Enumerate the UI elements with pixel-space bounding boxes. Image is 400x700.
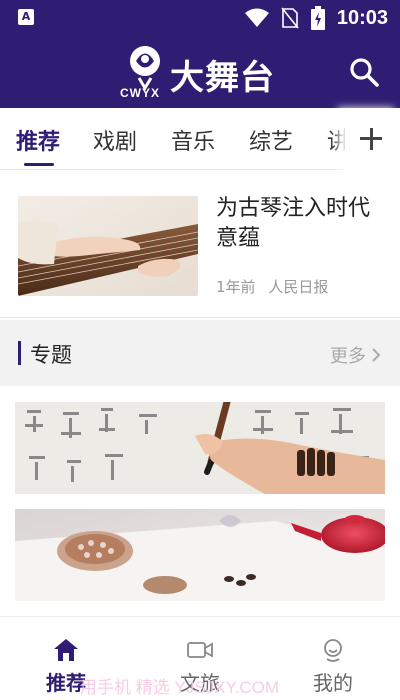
search-icon <box>350 58 379 87</box>
notification-a-icon: A <box>18 9 34 25</box>
status-icons: 10:03 <box>244 5 388 31</box>
topic-banner-calligraphy[interactable] <box>15 402 385 494</box>
nav-profile[interactable]: 我的 <box>283 617 383 700</box>
topic-banner-tea[interactable] <box>15 509 385 601</box>
tab-recommend[interactable]: 推荐 <box>16 124 60 156</box>
calligraphy-image <box>15 402 385 494</box>
battery-charging-icon <box>310 6 325 30</box>
nav-profile-label: 我的 <box>313 671 353 695</box>
video-camera-icon <box>187 642 213 658</box>
home-icon <box>54 639 78 661</box>
tea-ceremony-image <box>15 509 385 601</box>
section-title: 专题 <box>30 343 72 367</box>
more-link[interactable]: 更多 <box>330 342 382 368</box>
no-sim-icon <box>281 7 299 29</box>
tab-divider <box>344 128 345 150</box>
chevron-right-icon <box>372 348 381 362</box>
user-icon <box>324 639 342 662</box>
logo-icon <box>130 46 160 90</box>
wifi-icon <box>244 8 269 27</box>
brand-title: 大舞台 <box>170 58 275 98</box>
nav-home[interactable]: 推荐 <box>16 617 116 700</box>
article-card[interactable]: 为古琴注入时代意蕴 1年前 人民日报 <box>0 170 400 318</box>
brand-subtitle: CWYX <box>120 86 160 100</box>
category-tabs: 推荐 戏剧 音乐 综艺 讲 <box>0 108 400 170</box>
more-label: 更多 <box>330 346 366 367</box>
article-source: 人民日报 <box>268 278 329 296</box>
status-bar: A 10:03 <box>0 0 400 36</box>
active-tab-indicator <box>24 163 54 166</box>
add-channel-button[interactable] <box>344 108 400 170</box>
tab-drama[interactable]: 戏剧 <box>93 124 137 156</box>
article-title[interactable]: 为古琴注入时代意蕴 <box>216 194 384 254</box>
clock: 10:03 <box>336 6 388 29</box>
bottom-navigation: 推荐 文旅 我的 用手机 精选 YJSJXY.COM <box>0 616 400 700</box>
nav-home-label: 推荐 <box>46 671 86 695</box>
topics-section-header: 专题 更多 <box>0 320 400 386</box>
guqin-image <box>18 196 198 296</box>
tab-variety[interactable]: 综艺 <box>249 124 293 156</box>
nav-culture-travel-label: 文旅 <box>180 671 220 695</box>
app-header: 大舞台 CWYX <box>0 36 400 108</box>
article-meta: 1年前 人民日报 <box>216 276 328 297</box>
search-button[interactable] <box>348 56 380 88</box>
section-accent-bar <box>18 341 21 365</box>
article-time: 1年前 <box>216 278 256 296</box>
tab-music[interactable]: 音乐 <box>171 124 215 156</box>
nav-culture-travel[interactable]: 文旅 <box>150 617 250 700</box>
brand-logo[interactable]: 大舞台 CWYX <box>118 42 288 102</box>
